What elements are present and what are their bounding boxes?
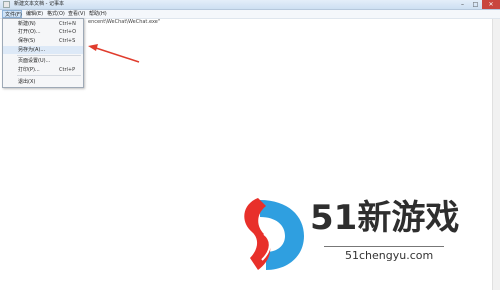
notepad-window: 新建文本文档 - 记事本 – □ ✕ 文件(F) 编辑(E) 格式(O) 查看(… (0, 0, 500, 290)
watermark-divider (324, 246, 444, 247)
watermark-url: 51chengyu.com (342, 249, 437, 263)
arrow-head-icon (88, 44, 98, 51)
arrow-shaft (95, 47, 140, 63)
site-watermark: 51新游戏 51chengyu.com (238, 194, 478, 274)
watermark-brand: 51新游戏 (310, 198, 460, 238)
